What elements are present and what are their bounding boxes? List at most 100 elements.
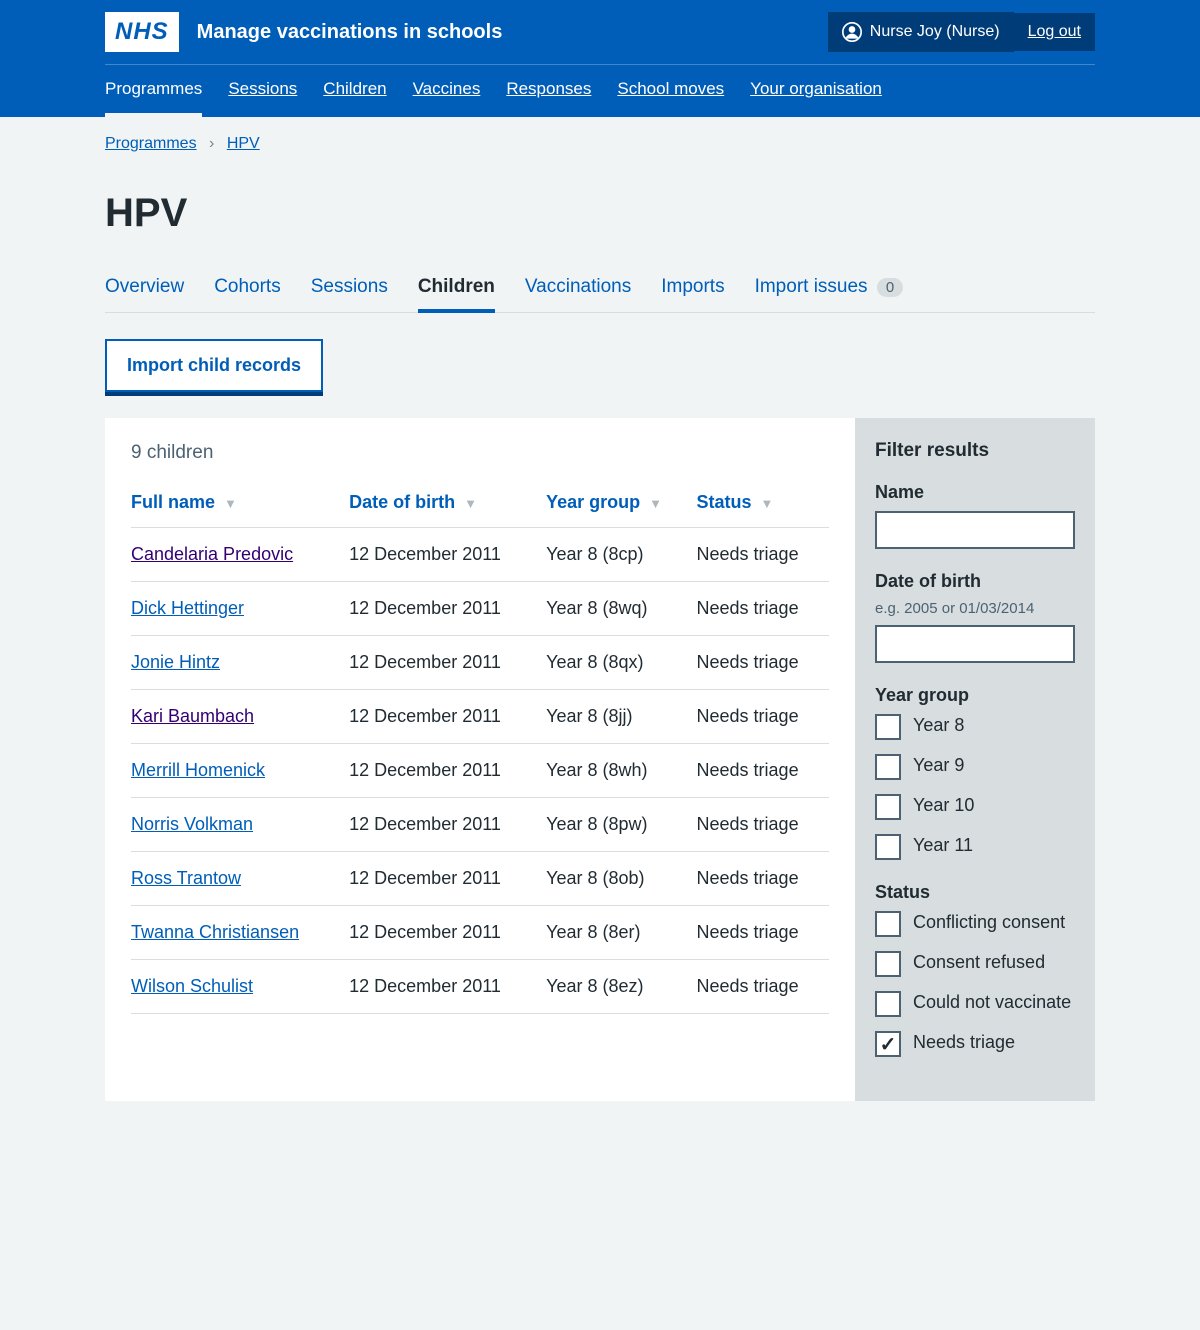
cell-dob: 12 December 2011 bbox=[349, 906, 546, 960]
cell-status: Needs triage bbox=[697, 852, 829, 906]
tab-import-issues[interactable]: Import issues 0 bbox=[755, 266, 904, 312]
nav-item-your-organisation[interactable]: Your organisation bbox=[750, 65, 882, 117]
cell-status: Needs triage bbox=[697, 798, 829, 852]
nav-item-vaccines[interactable]: Vaccines bbox=[413, 65, 481, 117]
year-group-option[interactable]: Year 8 bbox=[875, 714, 1075, 740]
nav-link[interactable]: Children bbox=[323, 79, 386, 98]
status-checkbox[interactable] bbox=[875, 951, 901, 977]
child-link[interactable]: Kari Baumbach bbox=[131, 706, 254, 726]
year-group-checkbox[interactable] bbox=[875, 714, 901, 740]
nav-link[interactable]: Vaccines bbox=[413, 79, 481, 98]
column-full-name[interactable]: Full name ▼ bbox=[131, 482, 349, 528]
status-option[interactable]: Could not vaccinate bbox=[875, 991, 1075, 1017]
filter-name-input[interactable] bbox=[875, 511, 1075, 549]
cell-status: Needs triage bbox=[697, 528, 829, 582]
table-row: Norris Volkman 12 December 2011Year 8 (8p… bbox=[131, 798, 829, 852]
logout-link[interactable]: Log out bbox=[1028, 23, 1081, 40]
service-name: Manage vaccinations in schools bbox=[197, 21, 503, 44]
status-option[interactable]: Needs triage bbox=[875, 1031, 1075, 1057]
child-link[interactable]: Norris Volkman bbox=[131, 814, 253, 834]
filter-dob-hint: e.g. 2005 or 01/03/2014 bbox=[875, 600, 1075, 617]
year-group-option[interactable]: Year 9 bbox=[875, 754, 1075, 780]
nav-item-responses[interactable]: Responses bbox=[506, 65, 591, 117]
tab-overview[interactable]: Overview bbox=[105, 266, 184, 312]
filter-panel: Filter results Name Date of birth e.g. 2… bbox=[855, 418, 1095, 1101]
sort-icon: ▼ bbox=[761, 496, 774, 511]
logout[interactable]: Log out bbox=[1014, 13, 1095, 51]
cell-year: Year 8 (8cp) bbox=[546, 528, 696, 582]
table-row: Dick Hettinger12 December 2011Year 8 (8w… bbox=[131, 582, 829, 636]
cell-year: Year 8 (8pw) bbox=[546, 798, 696, 852]
child-link[interactable]: Jonie Hintz bbox=[131, 652, 220, 672]
year-group-option[interactable]: Year 10 bbox=[875, 794, 1075, 820]
year-group-label: Year 9 bbox=[913, 754, 964, 776]
status-label: Conflicting consent bbox=[913, 911, 1065, 933]
table-row: Ross Trantow12 December 2011Year 8 (8ob)… bbox=[131, 852, 829, 906]
nav-item-children[interactable]: Children bbox=[323, 65, 386, 117]
results-panel: 9 children Full name ▼Date of birth ▼Yea… bbox=[105, 418, 855, 1101]
year-group-checkbox[interactable] bbox=[875, 834, 901, 860]
user-name: Nurse Joy (Nurse) bbox=[870, 23, 1000, 41]
nav-item-programmes[interactable]: Programmes bbox=[105, 65, 202, 117]
cell-dob: 12 December 2011 bbox=[349, 744, 546, 798]
nav-link[interactable]: Sessions bbox=[228, 79, 297, 98]
column-date-of-birth[interactable]: Date of birth ▼ bbox=[349, 482, 546, 528]
breadcrumb-hpv[interactable]: HPV bbox=[227, 135, 260, 152]
cell-status: Needs triage bbox=[697, 960, 829, 1014]
primary-nav: Programmes Sessions Children Vaccines Respon… bbox=[105, 65, 1095, 117]
table-row: Candelaria Predovic12 December 2011Year … bbox=[131, 528, 829, 582]
child-link[interactable]: Wilson Schulist bbox=[131, 976, 253, 996]
child-link[interactable]: Twanna Christiansen bbox=[131, 922, 299, 942]
year-group-option[interactable]: Year 11 bbox=[875, 834, 1075, 860]
status-checkbox[interactable] bbox=[875, 911, 901, 937]
column-status[interactable]: Status ▼ bbox=[697, 482, 829, 528]
cell-status: Needs triage bbox=[697, 636, 829, 690]
nav-item-sessions[interactable]: Sessions bbox=[228, 65, 297, 117]
cell-dob: 12 December 2011 bbox=[349, 636, 546, 690]
nav-link[interactable]: Programmes bbox=[105, 79, 202, 98]
user-badge: Nurse Joy (Nurse) bbox=[828, 12, 1014, 52]
cell-year: Year 8 (8wq) bbox=[546, 582, 696, 636]
filter-dob-label: Date of birth bbox=[875, 571, 1075, 592]
child-link[interactable]: Merrill Homenick bbox=[131, 760, 265, 780]
filter-year-group-label: Year group bbox=[875, 685, 1075, 706]
cell-status: Needs triage bbox=[697, 744, 829, 798]
table-row: Twanna Christiansen12 December 2011Year … bbox=[131, 906, 829, 960]
status-option[interactable]: Consent refused bbox=[875, 951, 1075, 977]
nav-item-school-moves[interactable]: School moves bbox=[617, 65, 724, 117]
breadcrumb-programmes[interactable]: Programmes bbox=[105, 135, 197, 152]
table-row: Wilson Schulist12 December 2011Year 8 (8… bbox=[131, 960, 829, 1014]
cell-dob: 12 December 2011 bbox=[349, 798, 546, 852]
tab-vaccinations[interactable]: Vaccinations bbox=[525, 266, 631, 312]
child-link[interactable]: Ross Trantow bbox=[131, 868, 241, 888]
cell-year: Year 8 (8jj) bbox=[546, 690, 696, 744]
child-link[interactable]: Candelaria Predovic bbox=[131, 544, 293, 564]
filter-dob-input[interactable] bbox=[875, 625, 1075, 663]
filter-name-label: Name bbox=[875, 482, 1075, 503]
import-child-records-button[interactable]: Import child records bbox=[105, 339, 323, 392]
header: NHS Manage vaccinations in schools Nurse… bbox=[0, 0, 1200, 117]
status-checkbox[interactable] bbox=[875, 1031, 901, 1057]
cell-dob: 12 December 2011 bbox=[349, 690, 546, 744]
tab-children[interactable]: Children bbox=[418, 266, 495, 313]
tab-sessions[interactable]: Sessions bbox=[311, 266, 388, 312]
year-group-checkbox[interactable] bbox=[875, 794, 901, 820]
table-row: Kari Baumbach 12 December 2011Year 8 (8jj… bbox=[131, 690, 829, 744]
sort-icon: ▼ bbox=[464, 496, 477, 511]
status-checkbox[interactable] bbox=[875, 991, 901, 1017]
sub-tabs: Overview Cohorts Sessions Children Vaccinati… bbox=[105, 266, 1095, 313]
user-icon bbox=[842, 22, 862, 42]
tab-cohorts[interactable]: Cohorts bbox=[214, 266, 281, 312]
column-year-group[interactable]: Year group ▼ bbox=[546, 482, 696, 528]
nav-link[interactable]: School moves bbox=[617, 79, 724, 98]
year-group-label: Year 11 bbox=[913, 834, 973, 856]
child-link[interactable]: Dick Hettinger bbox=[131, 598, 244, 618]
tab-imports[interactable]: Imports bbox=[661, 266, 724, 312]
nhs-logo[interactable]: NHS bbox=[105, 12, 179, 52]
nav-link[interactable]: Responses bbox=[506, 79, 591, 98]
status-option[interactable]: Conflicting consent bbox=[875, 911, 1075, 937]
children-table: Full name ▼Date of birth ▼Year group ▼St… bbox=[131, 482, 829, 1014]
status-label: Consent refused bbox=[913, 951, 1045, 973]
year-group-checkbox[interactable] bbox=[875, 754, 901, 780]
nav-link[interactable]: Your organisation bbox=[750, 79, 882, 98]
